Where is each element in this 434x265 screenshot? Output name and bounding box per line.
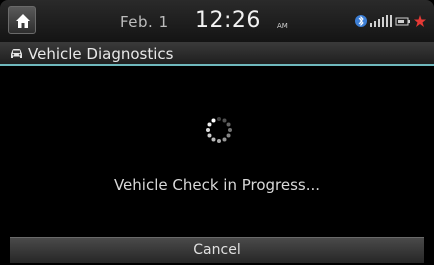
bluetooth-icon xyxy=(355,15,367,27)
status-ampm: AM xyxy=(277,22,288,30)
cancel-button[interactable]: Cancel xyxy=(10,237,424,263)
status-date: Feb. 1 xyxy=(120,13,169,31)
status-clock: 12:26 xyxy=(195,8,261,33)
home-button[interactable] xyxy=(8,6,36,34)
alert-icon xyxy=(414,15,426,27)
status-icons xyxy=(355,15,426,27)
car-icon xyxy=(11,49,22,58)
status-bar: Feb. 1 12:26 AM xyxy=(0,0,434,42)
diagnostics-screen: Feb. 1 12:26 AM Vehicle Diagnostics Vehi… xyxy=(0,0,434,265)
page-title: Vehicle Diagnostics xyxy=(28,45,174,63)
loading-spinner-icon xyxy=(206,117,232,143)
home-icon xyxy=(16,14,30,28)
signal-bars-icon xyxy=(370,15,392,27)
progress-message: Vehicle Check in Progress... xyxy=(113,176,321,194)
title-bar: Vehicle Diagnostics xyxy=(0,42,434,66)
battery-icon xyxy=(395,17,410,26)
